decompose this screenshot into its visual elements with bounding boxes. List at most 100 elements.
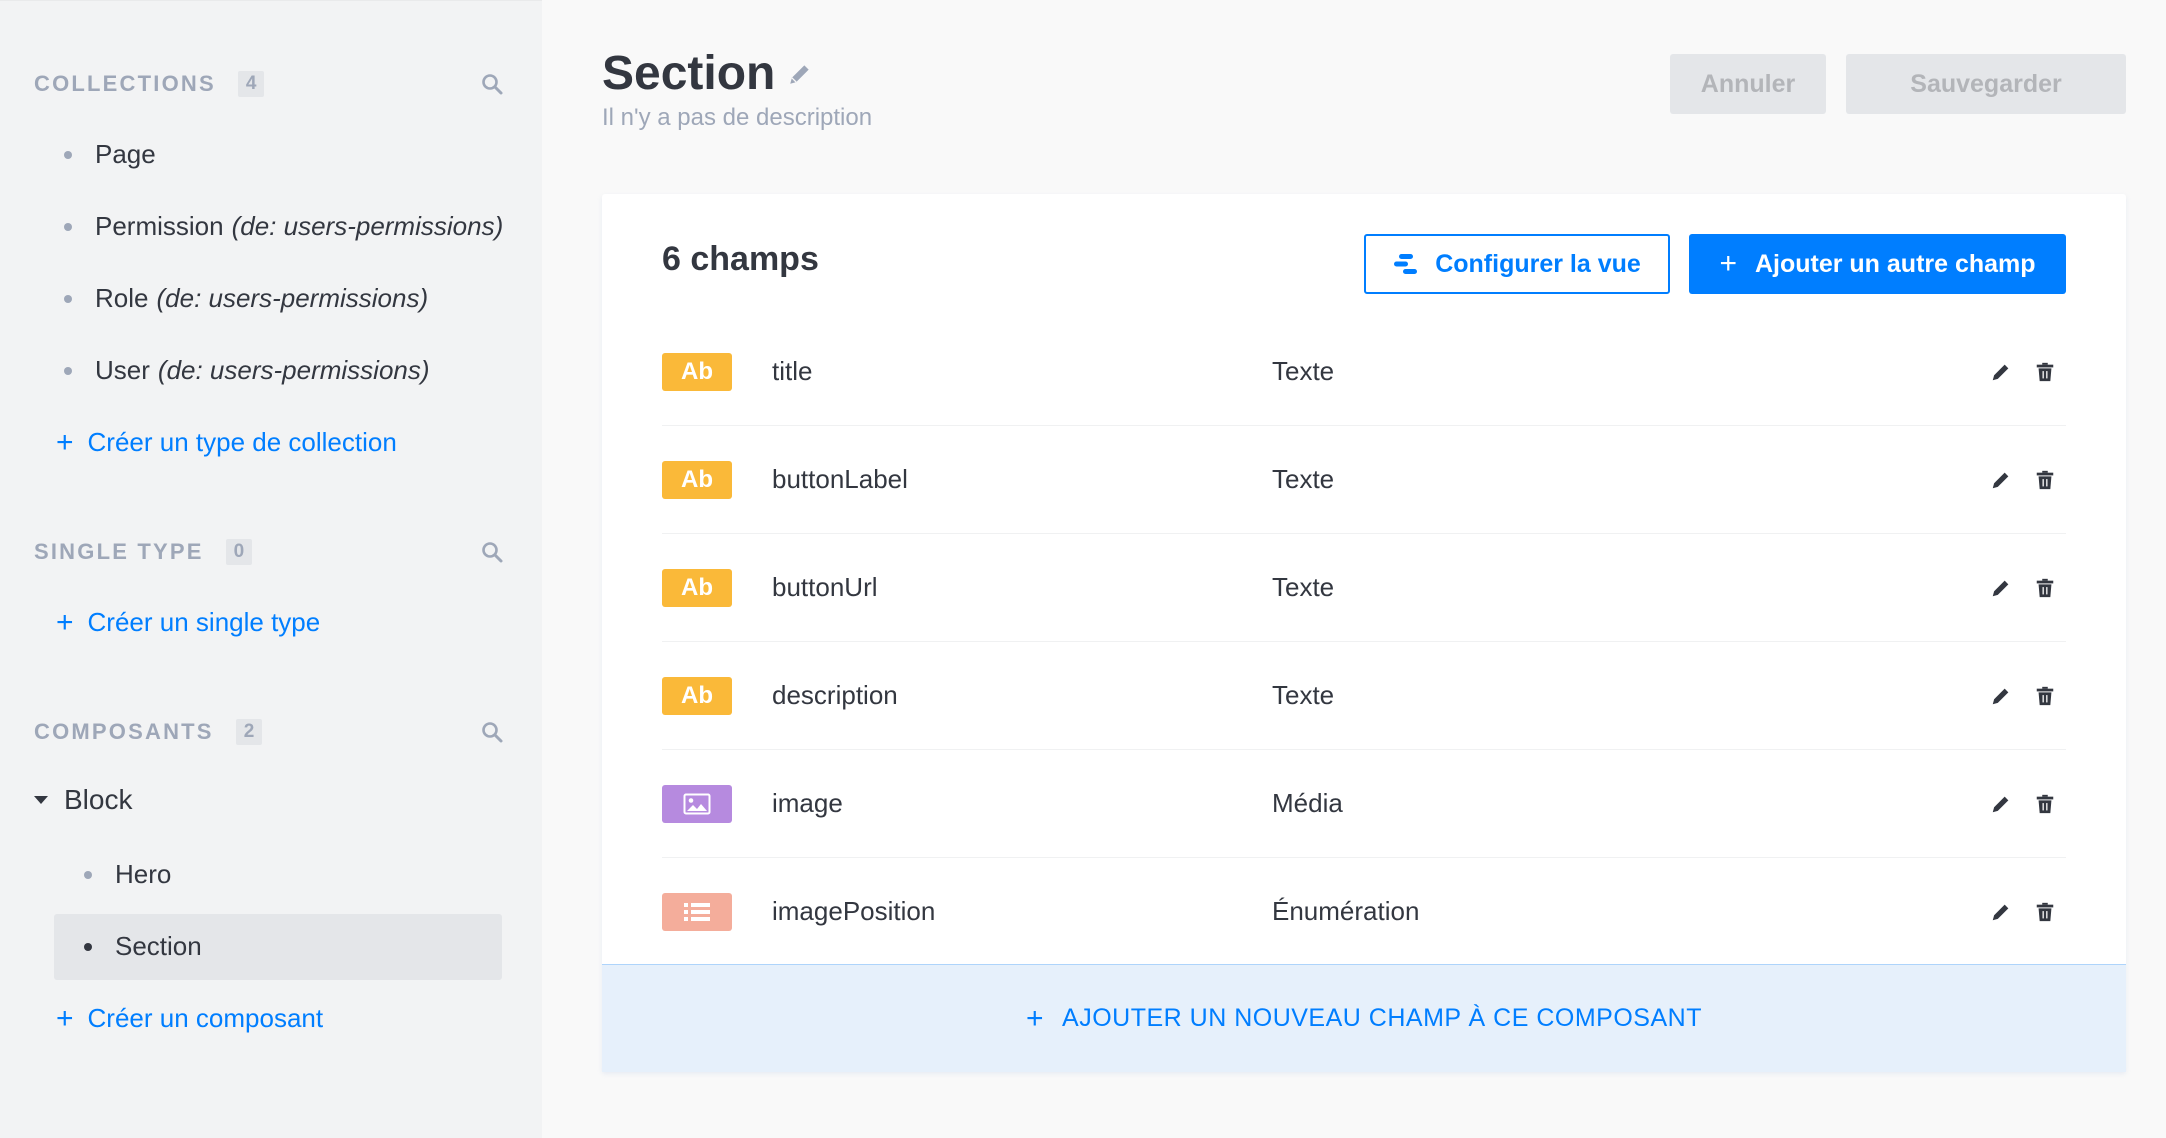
table-row: Ab title Texte: [662, 318, 2066, 426]
trash-icon[interactable]: [2034, 685, 2056, 707]
pencil-icon[interactable]: [1990, 685, 2012, 707]
single-type-count: 0: [225, 539, 253, 565]
fields-card: 6 champs Configurer la vue + Ajouter un …: [602, 194, 2126, 1072]
field-type: Média: [1272, 788, 1343, 818]
field-type: Texte: [1272, 572, 1335, 602]
field-name: image: [772, 788, 843, 818]
search-icon[interactable]: [480, 720, 504, 744]
table-row: image Média: [662, 750, 2066, 858]
sidebar: Collections 4 Page Permission (de: users…: [0, 0, 542, 1138]
sidebar-item-label: Role: [95, 283, 149, 313]
page-description: Il n'y a pas de description: [602, 104, 873, 131]
sidebar-item-label: Permission: [95, 211, 224, 241]
plus-icon: +: [1026, 1001, 1045, 1035]
list-icon: [684, 902, 710, 921]
page-title: Section: [602, 46, 813, 101]
bullet: [84, 942, 92, 951]
caret-down-icon: [34, 796, 48, 804]
create-collection-type-link[interactable]: + Créer un type de collection: [56, 427, 397, 458]
create-component-label: Créer un composant: [87, 1003, 324, 1033]
configure-view-label: Configurer la vue: [1435, 249, 1641, 278]
create-collection-type-label: Créer un type de collection: [87, 427, 397, 457]
configure-view-button[interactable]: Configurer la vue: [1364, 234, 1670, 294]
trash-icon[interactable]: [2034, 361, 2056, 383]
pencil-icon[interactable]: [787, 61, 813, 87]
table-row: Ab buttonUrl Texte: [662, 534, 2066, 642]
sidebar-item-label: Hero: [115, 859, 172, 889]
trash-icon[interactable]: [2034, 901, 2056, 923]
text-type-badge: Ab: [662, 676, 732, 715]
bullet: [84, 870, 92, 879]
sidebar-item-section[interactable]: Section: [84, 931, 202, 962]
sidebar-item-label: User: [95, 355, 150, 385]
trash-icon[interactable]: [2034, 577, 2056, 599]
sidebar-item-origin: (de: users-permissions): [231, 211, 504, 241]
collections-count: 4: [237, 71, 265, 97]
save-button[interactable]: Sauvegarder: [1846, 54, 2126, 114]
plus-icon: +: [56, 605, 74, 639]
fields-count: 6 champs: [662, 240, 819, 278]
sidebar-item-role[interactable]: Role (de: users-permissions): [64, 283, 428, 314]
component-group-block[interactable]: Block: [34, 784, 132, 816]
page-title-text: Section: [602, 47, 776, 100]
search-icon[interactable]: [480, 540, 504, 564]
components-title: Composants: [34, 719, 214, 744]
sidebar-item-permission[interactable]: Permission (de: users-permissions): [64, 211, 503, 242]
pencil-icon[interactable]: [1990, 361, 2012, 383]
field-type: Texte: [1272, 464, 1335, 494]
trash-icon[interactable]: [2034, 469, 2056, 491]
bullet: [64, 366, 72, 375]
field-name: description: [772, 680, 898, 710]
field-type: Texte: [1272, 680, 1335, 710]
text-type-badge: Ab: [662, 460, 732, 499]
field-name: buttonUrl: [772, 572, 878, 602]
single-type-header: Single Type 0: [34, 539, 504, 565]
bullet: [64, 294, 72, 303]
plus-icon: +: [56, 1001, 74, 1035]
field-type: Texte: [1272, 356, 1335, 386]
cancel-button[interactable]: Annuler: [1670, 54, 1826, 114]
media-type-badge: [662, 784, 732, 823]
plus-icon: +: [1719, 247, 1737, 280]
field-name: buttonLabel: [772, 464, 908, 494]
create-single-type-label: Créer un single type: [87, 607, 321, 637]
create-component-link[interactable]: + Créer un composant: [56, 1003, 323, 1034]
sidebar-item-label: Section: [115, 931, 202, 961]
pencil-icon[interactable]: [1990, 901, 2012, 923]
add-component-field-button[interactable]: + AJOUTER UN NOUVEAU CHAMP À CE COMPOSAN…: [602, 964, 2126, 1072]
table-row: imagePosition Énumération: [662, 858, 2066, 966]
trash-icon[interactable]: [2034, 793, 2056, 815]
text-type-badge: Ab: [662, 568, 732, 607]
add-field-label: Ajouter un autre champ: [1754, 249, 2036, 278]
bullet: [64, 222, 72, 231]
sidebar-item-label: Page: [95, 139, 156, 169]
sidebar-item-page[interactable]: Page: [64, 139, 156, 170]
components-header: Composants 2: [34, 719, 504, 745]
pencil-icon[interactable]: [1990, 577, 2012, 599]
enum-type-badge: [662, 892, 732, 931]
sidebar-item-origin: (de: users-permissions): [157, 355, 430, 385]
create-single-type-link[interactable]: + Créer un single type: [56, 607, 320, 638]
collections-title: Collections: [34, 71, 216, 96]
pencil-icon[interactable]: [1990, 793, 2012, 815]
add-field-button[interactable]: + Ajouter un autre champ: [1689, 234, 2066, 294]
plus-icon: +: [56, 425, 74, 459]
component-group-label: Block: [64, 784, 133, 815]
image-icon: [683, 793, 711, 814]
table-row: Ab description Texte: [662, 642, 2066, 750]
pencil-icon[interactable]: [1990, 469, 2012, 491]
text-type-badge: Ab: [662, 352, 732, 391]
sidebar-item-origin: (de: users-permissions): [156, 283, 429, 313]
field-name: imagePosition: [772, 896, 936, 926]
search-icon[interactable]: [480, 72, 504, 96]
row-actions: [1990, 577, 2056, 599]
collections-header: Collections 4: [34, 71, 504, 97]
bullet: [64, 150, 72, 159]
row-actions: [1990, 685, 2056, 707]
components-count: 2: [235, 719, 263, 745]
sidebar-item-user[interactable]: User (de: users-permissions): [64, 355, 430, 386]
table-row: Ab buttonLabel Texte: [662, 426, 2066, 534]
row-actions: [1990, 361, 2056, 383]
layout-config-icon: [1394, 254, 1418, 274]
sidebar-item-hero[interactable]: Hero: [84, 859, 171, 890]
